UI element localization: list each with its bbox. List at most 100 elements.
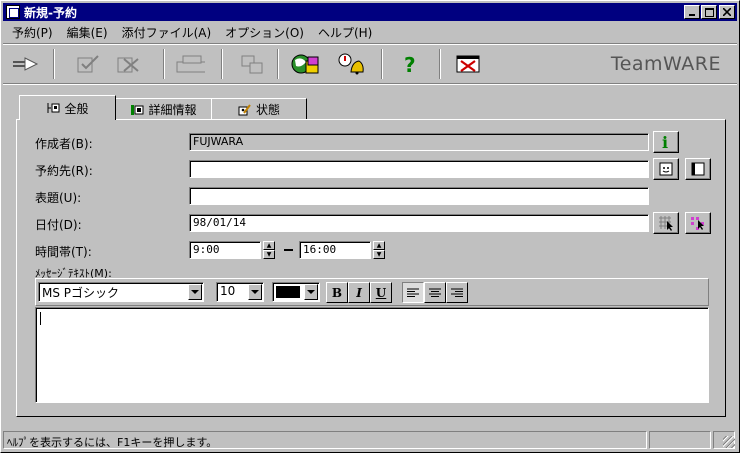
calendar-icon — [659, 216, 673, 231]
size-value: 10 — [220, 284, 236, 298]
toolbar-divider — [277, 49, 279, 79]
close-window-button[interactable] — [719, 5, 735, 19]
align-right-icon — [451, 288, 463, 297]
check-icon — [77, 55, 99, 73]
toolbar-divider — [163, 49, 165, 79]
calendar-grid-icon — [691, 217, 704, 230]
menu-attachment[interactable]: 添付ファイル(A) — [115, 24, 219, 41]
minimize-button[interactable] — [684, 5, 700, 19]
spin-up-icon[interactable]: ▲ — [263, 241, 275, 250]
maximize-button[interactable] — [701, 5, 717, 19]
align-left-button[interactable] — [402, 282, 424, 303]
status-panel-2 — [649, 431, 711, 449]
tab-status[interactable]: 状態 — [211, 98, 307, 120]
attach-icon — [241, 55, 263, 74]
bold-button[interactable]: B — [326, 282, 348, 303]
toolbar-divider — [381, 49, 383, 79]
resize-grip[interactable] — [723, 436, 735, 448]
italic-button[interactable]: I — [348, 282, 370, 303]
chevron-down-icon[interactable] — [188, 284, 202, 300]
calendar-select-button[interactable] — [685, 212, 711, 234]
color-swatch — [276, 286, 300, 298]
time-end-spinner[interactable]: ▲ ▼ — [373, 241, 385, 259]
window-title: 新規-予約 — [24, 5, 77, 20]
dest-book-button[interactable] — [685, 158, 711, 180]
date-label: 日付(D): — [35, 218, 82, 232]
title-bar[interactable]: 新規-予約 — [3, 3, 737, 21]
tab-label: 全般 — [64, 101, 89, 116]
menu-edit[interactable]: 編集(E) — [60, 24, 115, 41]
toolbar-divider — [221, 49, 223, 79]
delete-icon — [117, 57, 139, 73]
print-button[interactable] — [175, 50, 205, 78]
print-icon — [176, 55, 205, 73]
status-bar: ﾍﾙﾌﾟを表示するには、F1キーを押します。 — [3, 430, 737, 450]
details-icon — [130, 103, 144, 117]
toolbar: ? TeamWARE — [3, 45, 737, 83]
svg-text:?: ? — [404, 53, 416, 76]
tab-general[interactable]: 全般 — [19, 95, 116, 120]
chevron-down-icon[interactable] — [248, 284, 262, 300]
toolbar-divider — [439, 49, 441, 79]
time-start-input[interactable]: 9:00 — [189, 241, 261, 259]
menu-reservation[interactable]: 予約(P) — [5, 24, 60, 41]
spin-up-icon[interactable]: ▲ — [373, 241, 385, 250]
close-x-icon — [723, 8, 731, 16]
align-center-icon — [429, 288, 441, 297]
address-book-icon — [691, 162, 705, 176]
author-field: FUJWARA — [189, 133, 649, 151]
dest-input[interactable] — [189, 160, 649, 178]
menu-options[interactable]: オプション(O) — [218, 24, 311, 41]
alarm-button[interactable] — [337, 50, 367, 78]
alarm-icon — [338, 53, 364, 75]
help-button[interactable]: ? — [396, 50, 426, 78]
time-end-input[interactable]: 16:00 — [299, 241, 371, 259]
help-icon: ? — [404, 53, 416, 76]
spin-down-icon[interactable]: ▼ — [373, 250, 385, 259]
schedule-button[interactable] — [291, 50, 321, 78]
message-editor[interactable] — [35, 307, 709, 403]
subject-label: 表題(U): — [35, 191, 82, 205]
calendar-button[interactable] — [653, 212, 679, 234]
align-right-button[interactable] — [446, 282, 468, 303]
font-select[interactable]: MS Pゴシック — [38, 282, 204, 302]
dest-address-button[interactable] — [653, 158, 679, 180]
size-select[interactable]: 10 — [216, 282, 264, 302]
underline-button[interactable]: U — [370, 282, 392, 303]
send-button[interactable] — [11, 50, 41, 78]
send-icon — [13, 57, 39, 71]
person-icon — [659, 162, 673, 176]
font-value: MS Pゴシック — [42, 286, 120, 300]
app-window: 新規-予約 予約(P) 編集(E) 添付ファイル(A) オプション(O) ヘルプ… — [0, 0, 740, 453]
align-center-button[interactable] — [424, 282, 446, 303]
app-icon[interactable] — [6, 5, 20, 19]
window-controls — [683, 5, 735, 19]
chevron-down-icon[interactable] — [304, 284, 318, 300]
tab-details[interactable]: 詳細情報 — [115, 98, 212, 120]
delete-button[interactable] — [113, 50, 143, 78]
author-info-button[interactable]: i — [653, 131, 679, 153]
minimize-icon — [689, 14, 695, 16]
time-start-spinner[interactable]: ▲ ▼ — [263, 241, 275, 259]
text-caret — [40, 312, 41, 325]
svg-text:i: i — [662, 134, 668, 150]
general-icon — [46, 101, 60, 115]
spin-down-icon[interactable]: ▼ — [263, 250, 275, 259]
color-select[interactable] — [272, 282, 320, 302]
attach-button[interactable] — [237, 50, 267, 78]
menu-help[interactable]: ヘルプ(H) — [311, 24, 379, 41]
maximize-icon — [704, 7, 714, 17]
align-left-icon — [407, 288, 419, 297]
tab-label: 状態 — [255, 103, 280, 117]
close-button[interactable] — [453, 50, 483, 78]
author-label: 作成者(B): — [35, 137, 93, 151]
format-toolbar: MS Pゴシック 10 B I U — [35, 278, 709, 306]
date-input[interactable]: 98/01/14 — [189, 214, 649, 232]
brand-logo: TeamWARE — [610, 53, 721, 75]
check-button[interactable] — [73, 50, 103, 78]
subject-input[interactable] — [189, 187, 649, 205]
menu-bar: 予約(P) 編集(E) 添付ファイル(A) オプション(O) ヘルプ(H) — [5, 22, 379, 42]
time-range-dash — [284, 249, 293, 251]
time-label: 時間帯(T): — [35, 245, 92, 259]
dest-label: 予約先(R): — [35, 164, 93, 178]
